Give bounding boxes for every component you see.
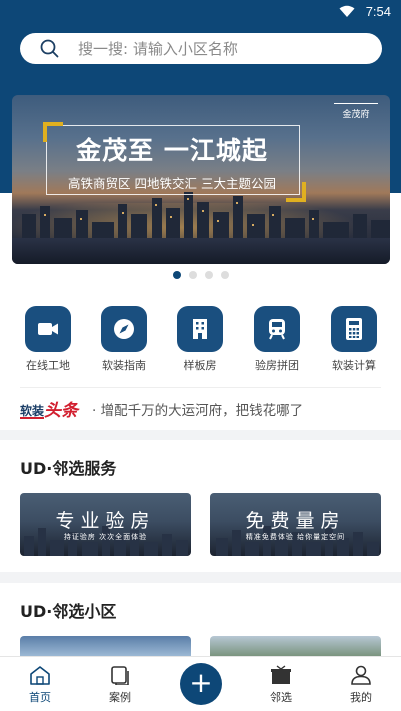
service-card-title: 免费量房 (245, 510, 346, 532)
search-input[interactable] (78, 33, 368, 64)
tab-linxuan[interactable]: 邻选 (251, 665, 311, 705)
compass-icon (101, 306, 147, 352)
search-bar[interactable] (20, 33, 382, 64)
train-icon (254, 306, 300, 352)
video-camera-icon (25, 306, 71, 352)
building-icon (177, 306, 223, 352)
tab-cases[interactable]: 案例 (90, 665, 150, 705)
quick-action-group-inspection[interactable]: 验房拼团 (242, 306, 312, 373)
carousel-dot[interactable] (204, 271, 213, 279)
tab-home[interactable]: 首页 (10, 665, 70, 705)
news-tag-small: 软装 (20, 404, 45, 419)
service-card-title: 专业验房 (55, 510, 156, 532)
search-icon[interactable] (40, 39, 59, 62)
quick-action-decor-calc[interactable]: 软装计算 (319, 306, 389, 373)
promo-banner[interactable]: 金茂至 一江城起 高铁商贸区 四地铁交汇 三大主题公园 金茂府 (12, 95, 390, 264)
news-headline[interactable]: · 增配千万的大运河府，把钱花哪了 (92, 399, 303, 419)
gift-icon (271, 665, 291, 684)
carousel-indicator (0, 271, 401, 279)
carousel-dot[interactable] (188, 271, 197, 279)
service-card-subtitle: 持证验房 次次全面体验 (63, 533, 148, 541)
status-time: 7:54 (365, 4, 391, 19)
cases-icon (111, 666, 129, 686)
banner-subtitle: 高铁商贸区 四地铁交汇 三大主题公园 (68, 176, 276, 191)
quick-action-online-site[interactable]: 在线工地 (13, 306, 83, 373)
communities-title: UD·邻选小区 (20, 602, 117, 621)
home-icon (30, 666, 50, 685)
services-title: UD·邻选服务 (20, 459, 117, 478)
quick-action-model-room[interactable]: 样板房 (165, 306, 235, 373)
service-card-inspection[interactable]: 专业验房 持证验房 次次全面体验 (20, 493, 191, 556)
services-section: UD·邻选服务 专业验房 持证验房 次次全面体验 免费量房 精准免费体验 给你量… (0, 440, 401, 572)
news-ticker[interactable]: 软装 头条 · 增配千万的大运河府，把钱花哪了 (20, 387, 381, 428)
user-icon (351, 665, 371, 685)
banner-logo: 金茂府 (334, 103, 378, 120)
calculator-icon (331, 306, 377, 352)
add-button[interactable]: + (180, 663, 222, 705)
carousel-dot[interactable] (220, 271, 229, 279)
service-card-measure[interactable]: 免费量房 精准免费体验 给你量定空间 (210, 493, 381, 556)
service-card-subtitle: 精准免费体验 给你量定空间 (245, 533, 346, 541)
plus-icon: + (189, 666, 213, 699)
banner-title: 金茂至 一江城起 (76, 136, 268, 165)
news-tag-headline: 头条 (44, 401, 78, 421)
carousel-dot[interactable] (172, 271, 181, 279)
tab-mine[interactable]: 我的 (331, 665, 391, 705)
quick-action-decor-guide[interactable]: 软装指南 (89, 306, 159, 373)
status-bar: 7:54 (0, 0, 401, 24)
wifi-icon (339, 5, 355, 22)
